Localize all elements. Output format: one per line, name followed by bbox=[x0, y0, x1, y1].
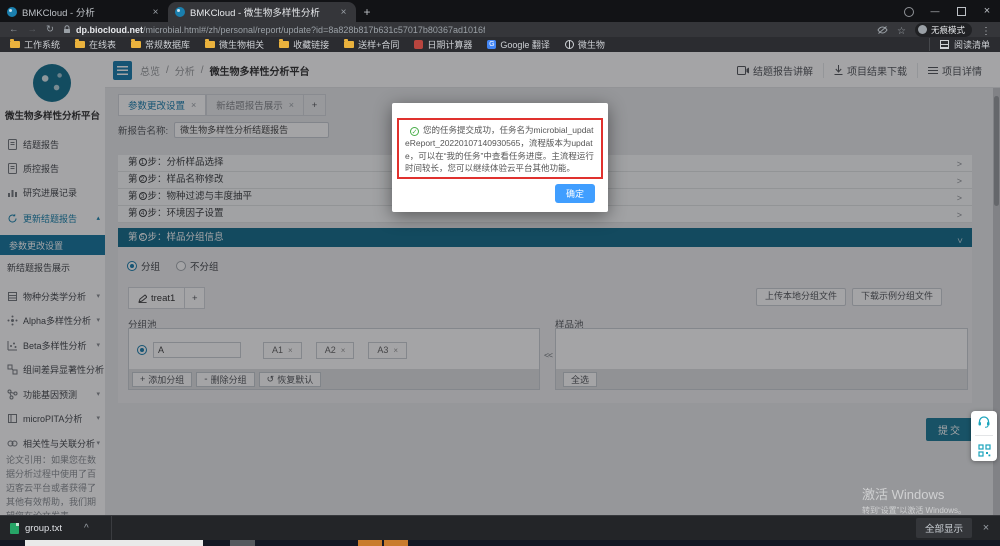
taskbar-window-block bbox=[25, 540, 203, 546]
window-maximize-button[interactable] bbox=[948, 0, 974, 22]
windows-activation-watermark: 激活 Windows 转到“设置”以激活 Windows。 bbox=[862, 484, 966, 516]
browser-toolbar: ← → ↻ dp.biocloud.net/microbial.html#/zh… bbox=[0, 22, 1000, 37]
address-bar[interactable]: dp.biocloud.net/microbial.html#/zh/perso… bbox=[63, 25, 868, 35]
bookmarks-bar: 工作系统 在线表 常规数据库 微生物相关 收藏链接 送样+合同 日期计算器 Go… bbox=[0, 37, 1000, 52]
browser-menu-icon[interactable] bbox=[981, 21, 991, 39]
lock-icon bbox=[63, 25, 71, 34]
bookmark-folder[interactable]: 常规数据库 bbox=[131, 38, 190, 51]
incognito-label: 无痕模式 bbox=[931, 24, 965, 36]
window-minimize-button[interactable] bbox=[922, 0, 948, 22]
incognito-badge: 无痕模式 bbox=[915, 23, 972, 37]
confirm-button[interactable]: 确定 bbox=[555, 184, 595, 203]
incognito-profile-icon[interactable] bbox=[896, 0, 922, 22]
globe-icon bbox=[565, 40, 574, 49]
folder-icon bbox=[279, 41, 289, 48]
bookmark-star-icon[interactable] bbox=[897, 21, 906, 39]
downloaded-file-item[interactable]: group.txt bbox=[0, 516, 99, 540]
downloaded-file-name: group.txt bbox=[25, 523, 62, 534]
browser-tab-analysis[interactable]: BMKCloud - 分析 bbox=[0, 2, 168, 22]
file-icon bbox=[10, 523, 19, 534]
site-favicon bbox=[7, 7, 17, 17]
google-translate-icon bbox=[487, 40, 496, 49]
taskbar-app-block bbox=[230, 540, 255, 546]
calculator-icon bbox=[414, 40, 423, 49]
bookmark-item[interactable]: 日期计算器 bbox=[414, 38, 472, 51]
bookmark-item[interactable]: 微生物 bbox=[565, 38, 605, 51]
browser-tab-strip: BMKCloud - 分析 BMKCloud - 微生物多样性分析 bbox=[0, 0, 1000, 22]
site-favicon bbox=[175, 7, 185, 17]
url-text: dp.biocloud.net/microbial.html#/zh/perso… bbox=[76, 25, 486, 35]
taskbar-app-block bbox=[358, 540, 382, 546]
bookmark-folder[interactable]: 送样+合同 bbox=[344, 38, 399, 51]
bookmark-item[interactable]: Google 翻译 bbox=[487, 38, 550, 51]
qr-code-icon[interactable] bbox=[978, 444, 991, 457]
task-submitted-dialog: 您的任务提交成功，任务名为microbial_updateReport_2022… bbox=[392, 103, 608, 212]
screen: BMKCloud - 分析 BMKCloud - 微生物多样性分析 ← → ↻ … bbox=[0, 0, 1000, 546]
reading-list-button[interactable]: 阅读清单 bbox=[929, 38, 990, 51]
dialog-message: 您的任务提交成功，任务名为microbial_updateReport_2022… bbox=[405, 124, 595, 175]
close-tab-icon[interactable] bbox=[338, 7, 349, 18]
bookmark-folder[interactable]: 在线表 bbox=[75, 38, 116, 51]
folder-icon bbox=[344, 41, 354, 48]
reload-icon[interactable]: ↻ bbox=[46, 22, 54, 37]
floating-service-widget bbox=[971, 411, 997, 461]
customer-service-icon[interactable] bbox=[977, 415, 991, 428]
forward-icon[interactable]: → bbox=[28, 22, 38, 37]
tab-title: BMKCloud - 微生物多样性分析 bbox=[190, 5, 338, 19]
chevron-up-icon[interactable] bbox=[84, 523, 89, 534]
eye-slash-icon[interactable] bbox=[877, 26, 888, 34]
highlight-annotation-box: 您的任务提交成功，任务名为microbial_updateReport_2022… bbox=[397, 118, 603, 179]
bookmark-folder[interactable]: 微生物相关 bbox=[205, 38, 264, 51]
folder-icon bbox=[205, 41, 215, 48]
folder-icon bbox=[131, 41, 141, 48]
bookmark-folder[interactable]: 收藏链接 bbox=[279, 38, 329, 51]
window-controls bbox=[896, 0, 1000, 22]
web-page: 微生物多样性分析平台 结题报告 质控报告 研究进展记录 更新结题报告 参数更改设… bbox=[0, 52, 1000, 515]
taskbar-app-block bbox=[384, 540, 408, 546]
browser-tab-microbial[interactable]: BMKCloud - 微生物多样性分析 bbox=[168, 2, 356, 22]
folder-icon bbox=[75, 41, 85, 48]
success-check-icon bbox=[410, 127, 419, 136]
reading-list-icon bbox=[940, 40, 949, 49]
close-tab-icon[interactable] bbox=[150, 7, 161, 18]
download-shelf: group.txt 全部显示 bbox=[0, 515, 1000, 540]
windows-taskbar bbox=[0, 540, 1000, 546]
window-close-button[interactable] bbox=[974, 0, 1000, 22]
show-all-downloads-button[interactable]: 全部显示 bbox=[916, 518, 972, 538]
tab-title: BMKCloud - 分析 bbox=[22, 5, 150, 19]
incognito-icon bbox=[918, 25, 927, 34]
bookmark-folder[interactable]: 工作系统 bbox=[10, 38, 60, 51]
back-icon[interactable]: ← bbox=[9, 22, 19, 37]
new-tab-button[interactable] bbox=[356, 2, 378, 22]
close-shelf-icon[interactable] bbox=[972, 522, 1000, 534]
folder-icon bbox=[10, 41, 20, 48]
